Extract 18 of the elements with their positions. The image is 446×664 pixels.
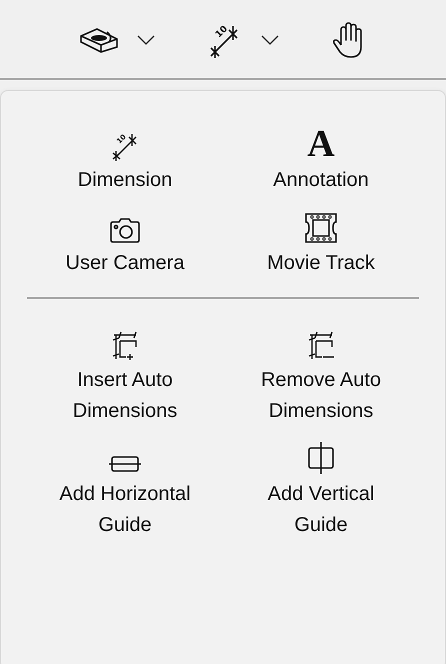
menu-item[interactable]: Insert Auto Dimensions	[41, 325, 209, 427]
auto-dimension-remove-icon	[306, 331, 336, 361]
menu-item[interactable]: Movie Track	[263, 208, 379, 279]
menu-item[interactable]: A Annotation	[269, 125, 373, 196]
vertical-guide-icon	[306, 441, 336, 475]
camera-icon	[108, 216, 142, 244]
letter-icon: A	[307, 127, 335, 161]
menu-item[interactable]: User Camera	[62, 208, 188, 279]
chevron-down-icon	[137, 35, 155, 45]
menu-item[interactable]: Add Vertical Guide	[237, 439, 405, 541]
horizontal-guide-icon	[108, 453, 142, 475]
film-icon	[304, 212, 338, 244]
dimension-value: 10	[214, 24, 230, 40]
surface-icon	[79, 26, 119, 54]
dropdown-button[interactable]: 10	[199, 18, 287, 62]
menu-item[interactable]: Add Horizontal Guide	[41, 439, 209, 541]
menu-item[interactable]: Remove Auto Dimensions	[237, 325, 405, 427]
chevron-down-icon	[261, 35, 279, 45]
